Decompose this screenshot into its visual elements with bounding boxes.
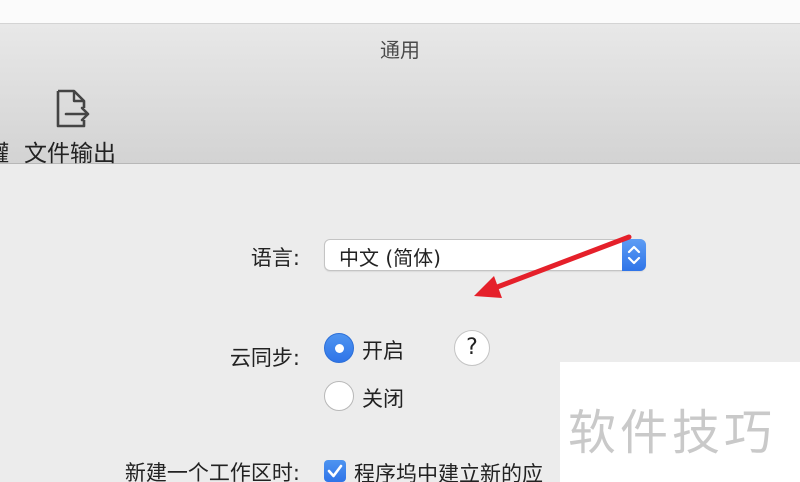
annotation-arrow-icon	[474, 234, 632, 298]
